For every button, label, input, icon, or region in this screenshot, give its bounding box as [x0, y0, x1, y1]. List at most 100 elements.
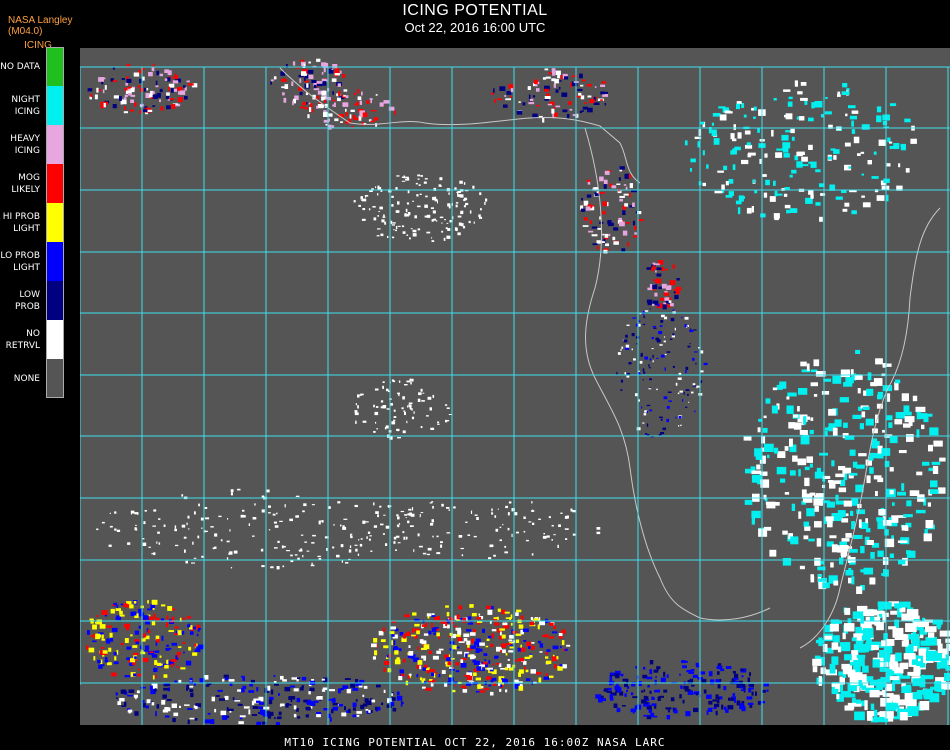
icing-cell — [626, 324, 630, 326]
icing-cell — [346, 688, 351, 694]
icing-cell — [677, 392, 680, 395]
icing-cell — [695, 692, 699, 696]
icing-cell — [861, 674, 867, 684]
icing-cell — [321, 72, 324, 75]
icing-cell — [341, 712, 347, 717]
icing-cell — [813, 498, 823, 506]
icing-cell — [377, 706, 381, 711]
icing-cell — [808, 117, 814, 122]
icing-cell — [467, 616, 472, 620]
icing-cell — [164, 69, 169, 73]
icing-cell — [644, 356, 648, 360]
icing-cell — [306, 707, 311, 711]
icing-cell — [516, 110, 523, 115]
icing-cell — [836, 126, 842, 131]
icing-cell — [898, 699, 910, 706]
icing-cell — [106, 662, 112, 666]
icing-cell — [459, 194, 464, 198]
icing-cell — [493, 554, 496, 557]
icing-cell — [358, 539, 360, 541]
icing-cell — [499, 688, 502, 692]
icing-cell — [321, 97, 324, 101]
icing-cell — [877, 391, 884, 398]
icing-cell — [373, 638, 378, 643]
icing-cell — [148, 72, 153, 77]
icing-cell — [904, 526, 909, 531]
icing-cell — [625, 222, 630, 224]
icing-cell — [163, 674, 168, 678]
icing-cell — [187, 708, 193, 710]
icing-cell — [313, 88, 320, 91]
icing-cell — [852, 414, 862, 419]
icing-cell — [382, 385, 384, 389]
icing-cell — [683, 391, 685, 395]
icing-cell — [130, 99, 134, 103]
icing-cell — [201, 555, 204, 558]
icing-cell — [662, 304, 667, 310]
icing-cell — [547, 103, 552, 106]
icing-cell — [682, 699, 685, 704]
icing-cell — [804, 526, 811, 531]
icing-cell — [708, 700, 713, 705]
icing-cell — [430, 522, 434, 526]
icing-cell — [625, 334, 628, 338]
icing-cell — [467, 654, 471, 658]
icing-cell — [106, 638, 109, 642]
icing-cell — [679, 694, 682, 699]
icing-cell — [643, 413, 647, 416]
icing-cell — [655, 278, 662, 284]
icing-cell — [338, 688, 341, 694]
icing-cell — [193, 626, 196, 630]
icing-cell — [708, 671, 713, 677]
icing-cell — [889, 103, 897, 107]
icing-cell — [559, 80, 562, 82]
icing-cell — [484, 659, 487, 661]
icing-cell — [864, 700, 868, 711]
icing-cell — [649, 669, 653, 675]
icing-cell — [458, 222, 462, 226]
icing-cell — [558, 86, 561, 90]
icing-cell — [833, 580, 839, 586]
icing-cell — [130, 634, 133, 637]
icing-cell — [561, 640, 565, 646]
icing-cell — [194, 705, 198, 710]
icing-cell — [420, 426, 423, 429]
icing-cell — [549, 622, 554, 626]
icing-cell — [531, 645, 535, 650]
icing-cell — [414, 623, 420, 627]
icing-cell — [662, 427, 666, 431]
icing-cell — [784, 204, 791, 209]
icing-cell — [866, 475, 871, 484]
icing-cell — [859, 423, 864, 430]
icing-cell — [484, 201, 486, 205]
icing-cell — [826, 501, 835, 508]
icing-cell — [892, 694, 900, 704]
icing-cell — [237, 689, 242, 692]
icing-cell — [559, 664, 563, 667]
icing-cell — [905, 168, 910, 173]
icing-cell — [137, 668, 141, 671]
icing-cell — [284, 84, 289, 89]
icing-cell — [191, 562, 195, 564]
icing-cell — [401, 407, 404, 410]
icing-cell — [508, 650, 514, 653]
icing-cell — [391, 634, 395, 637]
icing-cell — [824, 111, 832, 115]
icing-cell — [402, 396, 405, 400]
icing-cell — [508, 639, 513, 642]
icing-cell — [633, 358, 636, 361]
icing-cell — [930, 480, 938, 488]
icing-cell — [164, 78, 168, 81]
icing-cell — [753, 106, 757, 111]
icing-cell — [423, 633, 429, 636]
icing-cell — [279, 520, 283, 522]
icing-cell — [734, 673, 739, 678]
icing-cell — [919, 634, 924, 639]
icing-cell — [882, 363, 892, 367]
icing-cell — [439, 216, 444, 219]
icing-cell — [276, 566, 280, 570]
icing-cell — [467, 622, 474, 625]
icing-cell — [386, 388, 389, 392]
icing-cell — [444, 404, 448, 406]
icing-cell — [477, 684, 482, 689]
